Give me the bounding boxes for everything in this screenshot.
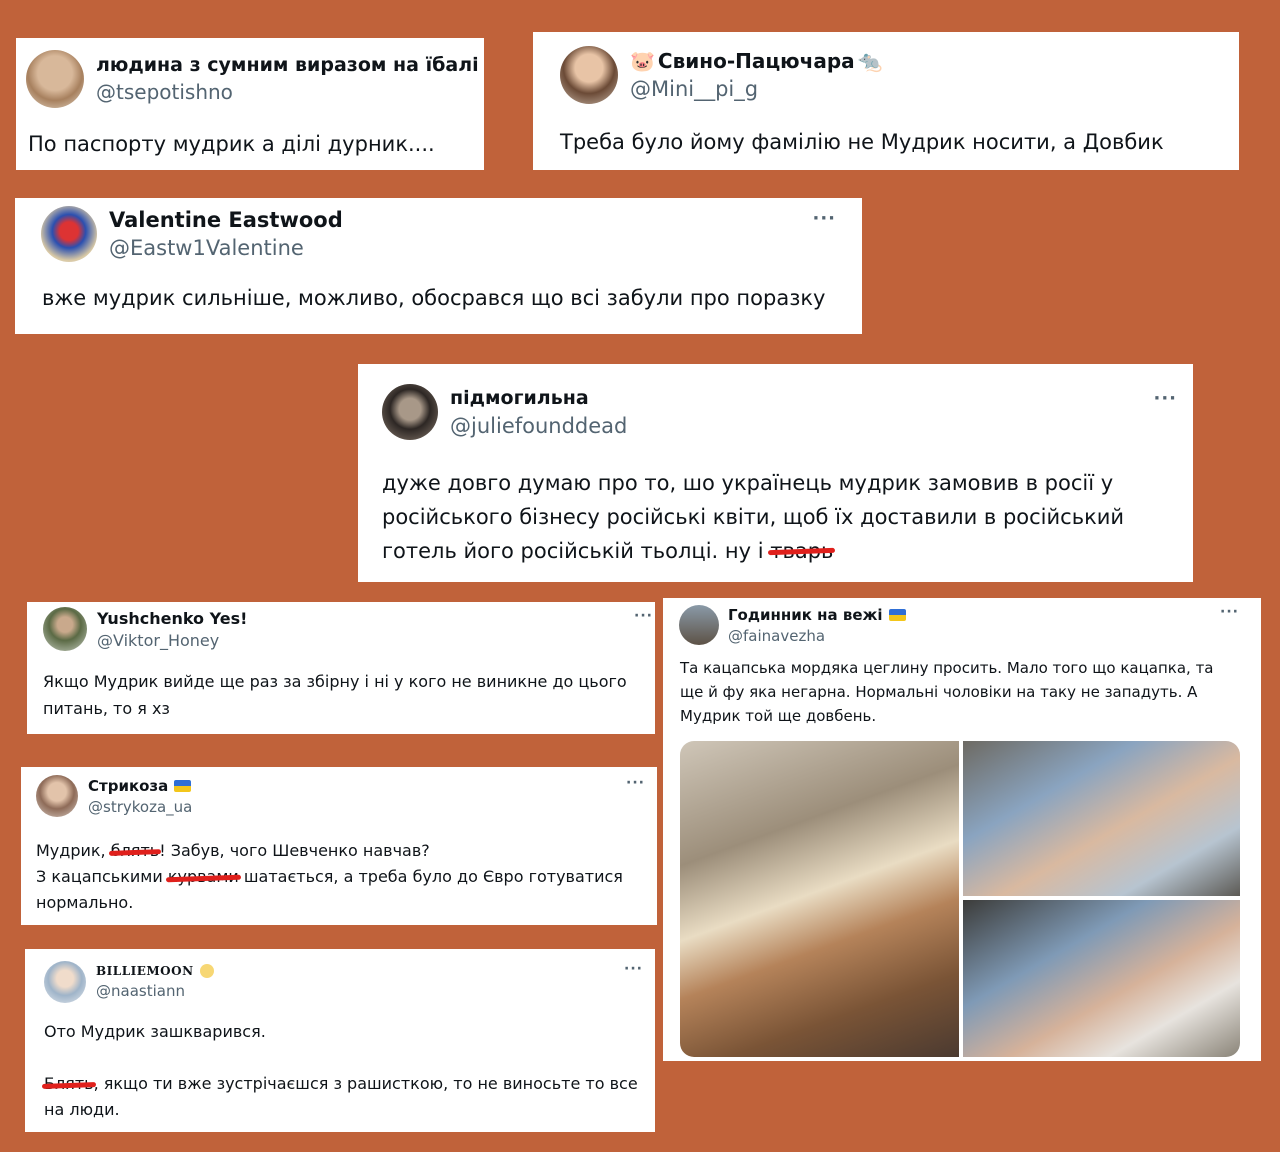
- tweet-text-segment: Мудрик,: [36, 841, 111, 860]
- moon-icon: [199, 964, 214, 978]
- tweet-text-line: Мудрик, блять! Забув, чого Шевченко навч…: [36, 838, 623, 864]
- tweet-text: По паспорту мудрик а ділі дурник....: [28, 132, 435, 156]
- more-options-icon[interactable]: ···: [634, 608, 653, 624]
- display-name[interactable]: Стрикоза: [88, 777, 192, 795]
- censored-word: курвами: [168, 864, 239, 890]
- ukraine-flag-icon: [888, 608, 906, 621]
- censored-word: блять: [111, 838, 159, 864]
- tweet-paragraph: Блять, якщо ти вже зустрічаєшся з рашист…: [44, 1071, 644, 1123]
- tweet-text-line: дуже довго думаю про то, шо українець му…: [382, 471, 1114, 495]
- display-name[interactable]: Yushchenko Yes!: [97, 609, 247, 628]
- user-handle[interactable]: @tsepotishno: [96, 80, 479, 104]
- tweet-text-segment: готель його російській тьолці. ну і: [382, 539, 771, 563]
- tweet-text: Ото Мудрик зашкварився. Блять, якщо ти в…: [44, 1019, 644, 1123]
- more-options-icon[interactable]: ···: [1153, 388, 1177, 409]
- tweet-text-segment: ! Забув, чого Шевченко навчав?: [159, 841, 430, 860]
- user-avatar[interactable]: [382, 384, 438, 440]
- tweet-card-juliefounddead[interactable]: підмогильна @juliefounddead ··· дуже дов…: [358, 364, 1193, 582]
- tweet-text-line: готель його російській тьолці. ну і твар…: [382, 534, 1124, 568]
- user-handle[interactable]: @strykoza_ua: [88, 798, 192, 816]
- user-handle[interactable]: @fainavezha: [728, 627, 906, 645]
- tweet-card-eastw1valentine[interactable]: Valentine Eastwood @Eastw1Valentine ··· …: [15, 198, 862, 334]
- tweet-text-segment: , якщо ти вже зустрічаєшся з рашисткою, …: [44, 1074, 638, 1119]
- tweet-text-segment: З кацапськими: [36, 867, 168, 886]
- user-handle[interactable]: @Viktor_Honey: [97, 631, 247, 650]
- tweet-card-fainavezha[interactable]: Годинник на вежі @fainavezha ··· Та каца…: [663, 598, 1261, 1061]
- user-handle[interactable]: @Eastw1Valentine: [109, 236, 343, 260]
- tweet-text-line: російського бізнесу російські квіти, щоб…: [382, 505, 1125, 529]
- tweet-paragraph: Ото Мудрик зашкварився.: [44, 1022, 266, 1041]
- tweet-card-strykoza-ua[interactable]: Стрикоза @strykoza_ua ··· Мудрик, блять!…: [21, 767, 657, 925]
- display-name[interactable]: підмогильна: [450, 387, 627, 409]
- rat-icon: 🐀: [857, 49, 883, 73]
- tweet-text: вже мудрик сильніше, можливо, обосрався …: [42, 286, 826, 310]
- censored-word: тварь: [770, 534, 833, 568]
- tweet-text: Треба було йому фамілію не Мудрик носити…: [560, 130, 1164, 154]
- tweet-text: Якщо Мудрик вийде ще раз за збірну і ні …: [43, 672, 627, 718]
- tweet-card-mini-pi-g[interactable]: 🐷 Свино-Пацючара 🐀 @Mini__pi_g Треба бул…: [533, 32, 1239, 170]
- display-name[interactable]: 🐷 Свино-Пацючара 🐀: [630, 49, 883, 73]
- censored-word: Блять: [44, 1071, 94, 1097]
- pig-icon: 🐷: [630, 49, 655, 73]
- user-avatar[interactable]: [43, 607, 87, 651]
- more-options-icon[interactable]: ···: [812, 208, 836, 229]
- tweet-photo[interactable]: [680, 741, 959, 1057]
- user-avatar[interactable]: [679, 605, 719, 645]
- tweet-photo[interactable]: [963, 900, 1240, 1057]
- display-name-text: Стрикоза: [88, 776, 169, 795]
- tweet-text: дуже довго думаю про то, шо українець му…: [382, 466, 1124, 568]
- user-avatar[interactable]: [41, 206, 97, 262]
- display-name-text: BILLIEMOON: [96, 964, 194, 978]
- tweet-text-segment: шатається, а треба було до Євро готувати…: [238, 867, 623, 886]
- display-name[interactable]: людина з сумним виразом на їбалі: [96, 54, 479, 76]
- tweet-card-viktor-honey[interactable]: Yushchenko Yes! @Viktor_Honey ··· Якщо М…: [27, 602, 655, 734]
- user-handle[interactable]: @naastiann: [96, 982, 214, 1000]
- user-handle[interactable]: @Mini__pi_g: [630, 77, 883, 101]
- user-avatar[interactable]: [26, 50, 84, 108]
- tweet-text-line: нормально.: [36, 893, 134, 912]
- user-avatar[interactable]: [36, 775, 78, 817]
- more-options-icon[interactable]: ···: [624, 961, 643, 977]
- display-name[interactable]: BILLIEMOON: [96, 964, 214, 978]
- display-name[interactable]: Годинник на вежі: [728, 606, 906, 624]
- user-avatar[interactable]: [44, 961, 86, 1003]
- tweet-photo[interactable]: [963, 741, 1240, 896]
- display-name-text: Свино-Пацючара: [657, 49, 855, 73]
- more-options-icon[interactable]: ···: [1220, 604, 1239, 620]
- more-options-icon[interactable]: ···: [626, 775, 645, 791]
- tweet-text: Мудрик, блять! Забув, чого Шевченко навч…: [36, 838, 623, 916]
- ukraine-flag-icon: [174, 779, 192, 792]
- display-name[interactable]: Valentine Eastwood: [109, 208, 343, 232]
- user-avatar[interactable]: [560, 46, 618, 104]
- tweet-card-tsepotishno[interactable]: людина з сумним виразом на їбалі @tsepot…: [16, 38, 484, 170]
- user-handle[interactable]: @juliefounddead: [450, 414, 627, 438]
- tweet-text-line: З кацапськими курвами шатається, а треба…: [36, 864, 623, 890]
- display-name-text: Годинник на вежі: [728, 605, 883, 624]
- tweet-text: Та кацапська мордяка цеглину просить. Ма…: [680, 659, 1214, 725]
- media-grid[interactable]: [680, 741, 1240, 1057]
- tweet-card-naastiann[interactable]: BILLIEMOON @naastiann ··· Ото Мудрик заш…: [25, 949, 655, 1132]
